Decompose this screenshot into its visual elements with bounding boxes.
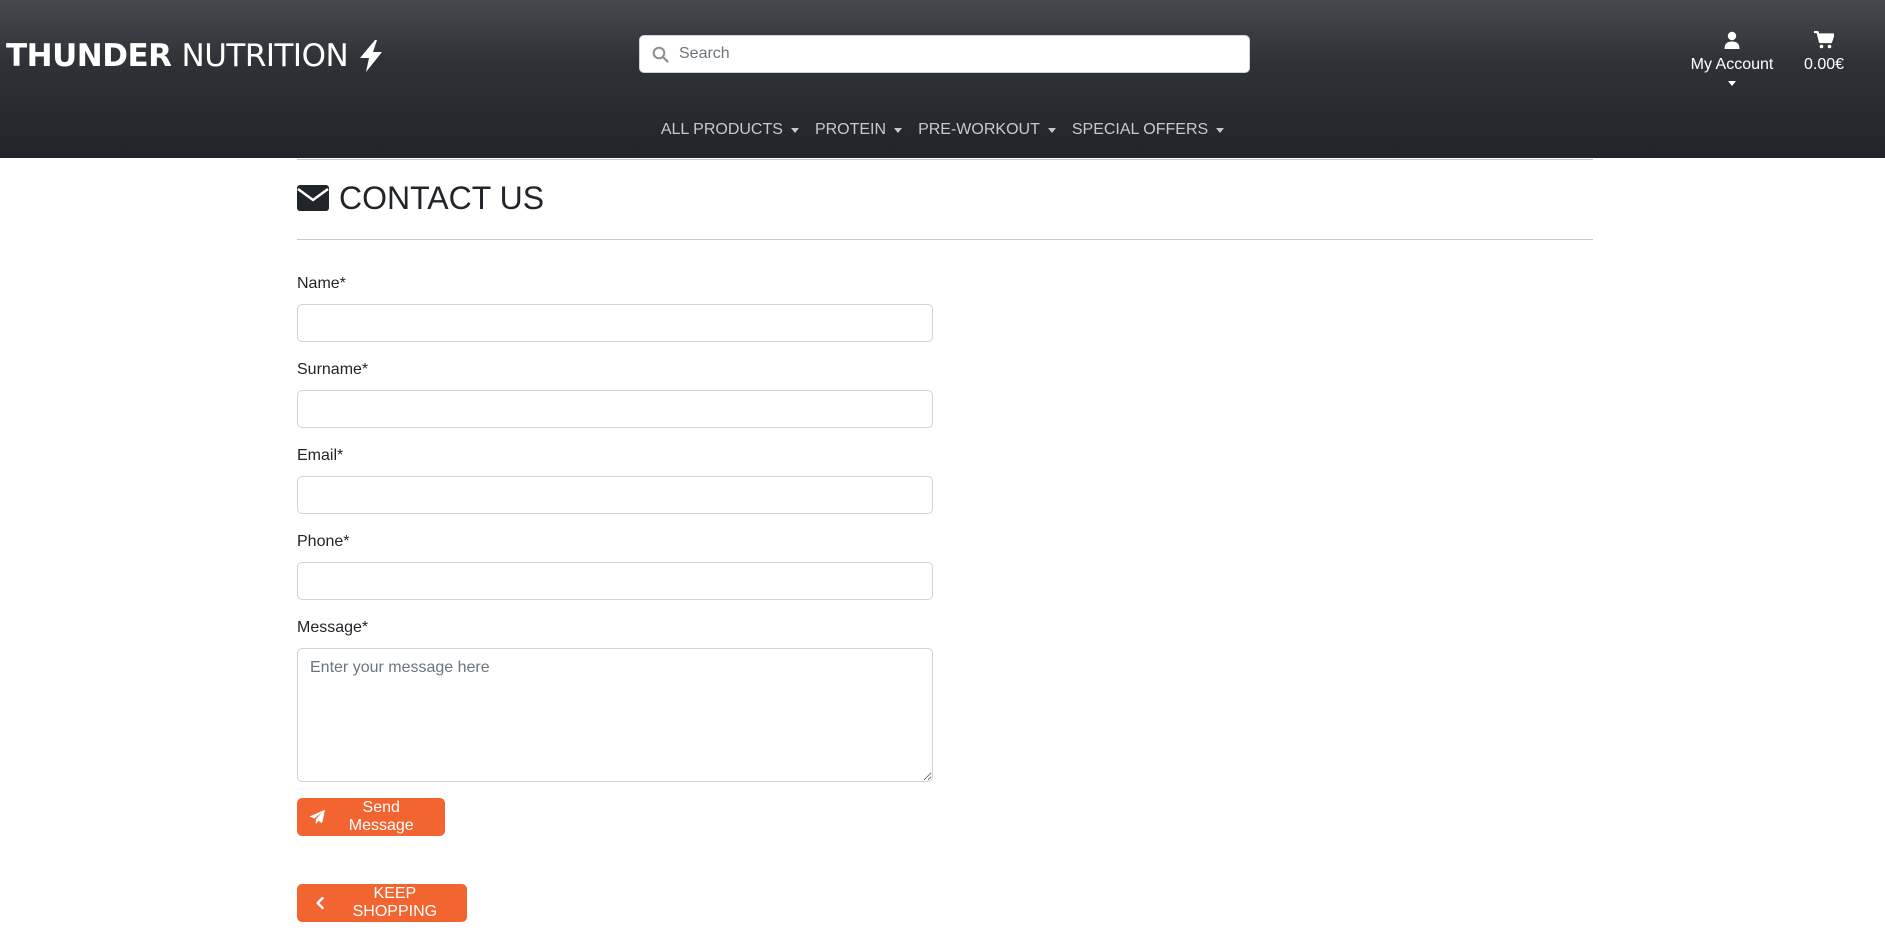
cart-total: 0.00€ [1803,56,1845,73]
nav-special-offers-label: SPECIAL OFFERS [1071,121,1209,138]
nav-all-products-label: ALL PRODUCTS [660,121,783,138]
message-textarea[interactable] [297,648,933,782]
chevron-left-icon [316,896,324,910]
search-bar [639,35,1250,73]
email-field[interactable] [297,476,933,514]
phone-field[interactable] [297,562,933,600]
lightning-bolt-icon [360,40,383,72]
brand-logo[interactable]: THUNDER NUTRITION [6,34,386,78]
chevron-down-icon [1047,127,1056,133]
send-message-label: Send Message [348,799,414,834]
search-input[interactable] [679,45,1239,63]
name-label: Name* [297,275,346,292]
chevron-down-icon [894,127,903,133]
nav-pre-workout-label: PRE-WORKOUT [918,121,1040,138]
divider [297,239,1593,240]
envelope-icon [297,185,329,211]
nav-protein-label: PROTEIN [814,121,887,138]
divider [297,159,1593,160]
message-label: Message* [297,619,369,636]
my-account-menu[interactable]: My Account [1680,31,1784,86]
phone-label: Phone* [297,533,350,550]
page-title: CONTACT US [297,178,544,218]
surname-field[interactable] [297,390,933,428]
name-field[interactable] [297,304,933,342]
search-icon [652,46,669,63]
brand-name-part2: NUTRITION [181,38,349,74]
site-header: THUNDER NUTRITION My Account 0.00€ A [0,0,1885,158]
keep-shopping-button[interactable]: KEEP SHOPPING [297,884,467,922]
my-account-label: My Account [1690,56,1774,73]
chevron-down-icon [790,127,799,133]
email-label: Email* [297,447,344,464]
shopping-cart-icon [1814,31,1834,49]
paper-plane-icon [309,809,325,825]
surname-label: Surname* [297,361,369,378]
send-message-button[interactable]: Send Message [297,798,445,836]
nav-pre-workout[interactable]: PRE-WORKOUT [910,118,1064,142]
chevron-down-icon [1216,127,1225,133]
brand-name-part1: THUNDER [6,38,172,74]
main-navigation: ALL PRODUCTS PROTEIN PRE-WORKOUT SPECIAL… [0,118,1885,142]
user-icon [1724,31,1740,49]
keep-shopping-label: KEEP SHOPPING [352,885,438,920]
nav-special-offers[interactable]: SPECIAL OFFERS [1064,118,1232,142]
nav-protein[interactable]: PROTEIN [807,118,910,142]
page-title-text: CONTACT US [339,179,545,216]
nav-all-products[interactable]: ALL PRODUCTS [653,118,807,142]
chevron-down-icon [1728,81,1736,86]
shopping-cart[interactable]: 0.00€ [1794,31,1854,74]
